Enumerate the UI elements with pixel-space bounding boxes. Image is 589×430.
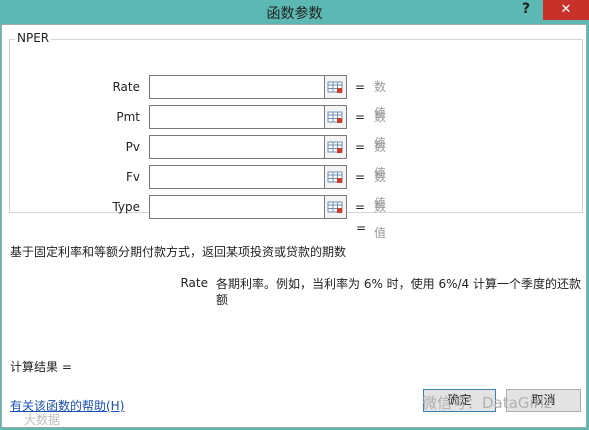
arg-label: Pv (125, 140, 140, 154)
pv-input[interactable] (149, 135, 325, 159)
arg-equals: = (355, 200, 366, 214)
help-button[interactable]: ? (518, 0, 534, 20)
dialog-title: 函数参数 (266, 6, 323, 22)
close-button[interactable]: ✕ (543, 0, 589, 20)
range-select-icon[interactable] (324, 135, 347, 159)
range-select-icon[interactable] (324, 195, 347, 219)
param-help-name: Rate (180, 276, 208, 290)
formula-result-equals: = (356, 221, 367, 235)
rate-input[interactable] (149, 75, 325, 99)
function-name: NPER (15, 31, 52, 45)
arg-equals: = (355, 80, 366, 94)
watermark-left: 大数据 (24, 413, 61, 427)
arg-label: Type (112, 200, 140, 214)
pmt-input[interactable] (149, 105, 325, 129)
arg-label: Pmt (116, 110, 140, 124)
watermark-right: 微信号：DataGirlz (422, 394, 552, 412)
arg-label: Fv (125, 170, 140, 184)
calculation-result: 计算结果 = (10, 360, 72, 374)
arg-equals: = (355, 140, 366, 154)
range-select-icon[interactable] (324, 165, 347, 189)
arg-result: 数值 (374, 200, 387, 240)
function-description: 基于固定利率和等额分期付款方式，返回某项投资或贷款的期数 (10, 245, 347, 259)
arg-equals: = (355, 170, 366, 184)
type-input[interactable] (149, 195, 325, 219)
arg-equals: = (355, 110, 366, 124)
param-help-text: 各期利率。例如，当利率为 6% 时，使用 6%/4 计算一个季度的还款额 (216, 277, 582, 307)
arguments-group: NPER Rate = 数值 Pmt = 数值 Pv = 数值 Fv = 数值 … (9, 31, 583, 240)
function-arguments-dialog: 函数参数 ? ✕ NPER Rate = 数值 Pmt = 数值 Pv = 数值… (0, 0, 589, 430)
range-select-icon[interactable] (324, 75, 347, 99)
title-bar: 函数参数 ? ✕ (0, 0, 589, 24)
arg-label: Rate (112, 80, 140, 94)
dialog-body: NPER Rate = 数值 Pmt = 数值 Pv = 数值 Fv = 数值 … (1, 24, 587, 428)
fv-input[interactable] (149, 165, 325, 189)
range-select-icon[interactable] (324, 105, 347, 129)
